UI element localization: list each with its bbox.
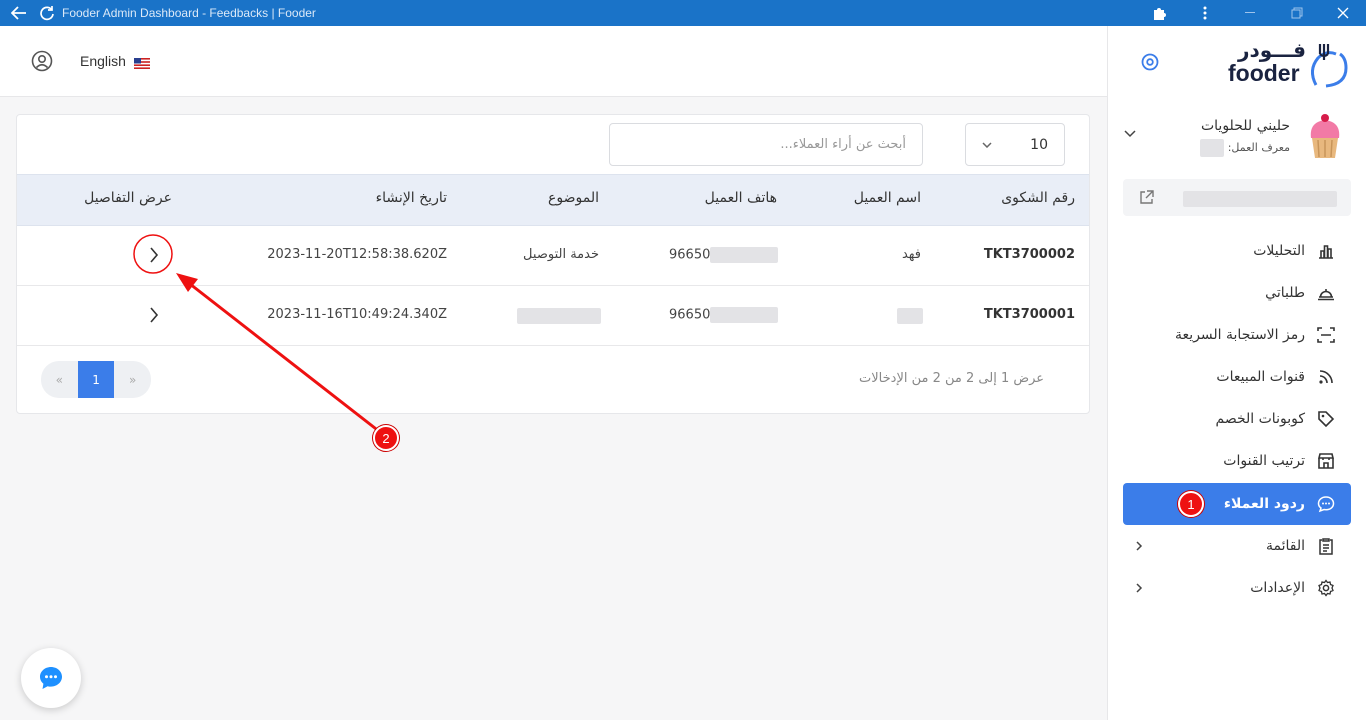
- live-chat-button[interactable]: [21, 648, 81, 708]
- annotation-overlay: [133, 234, 381, 434]
- annotation-arrow-line: [189, 282, 381, 434]
- annotation-circle: [133, 234, 173, 274]
- chat-icon: [40, 667, 62, 689]
- annotation-badge-1: 1: [1178, 491, 1204, 517]
- annotation-badge-2: 2: [373, 425, 399, 451]
